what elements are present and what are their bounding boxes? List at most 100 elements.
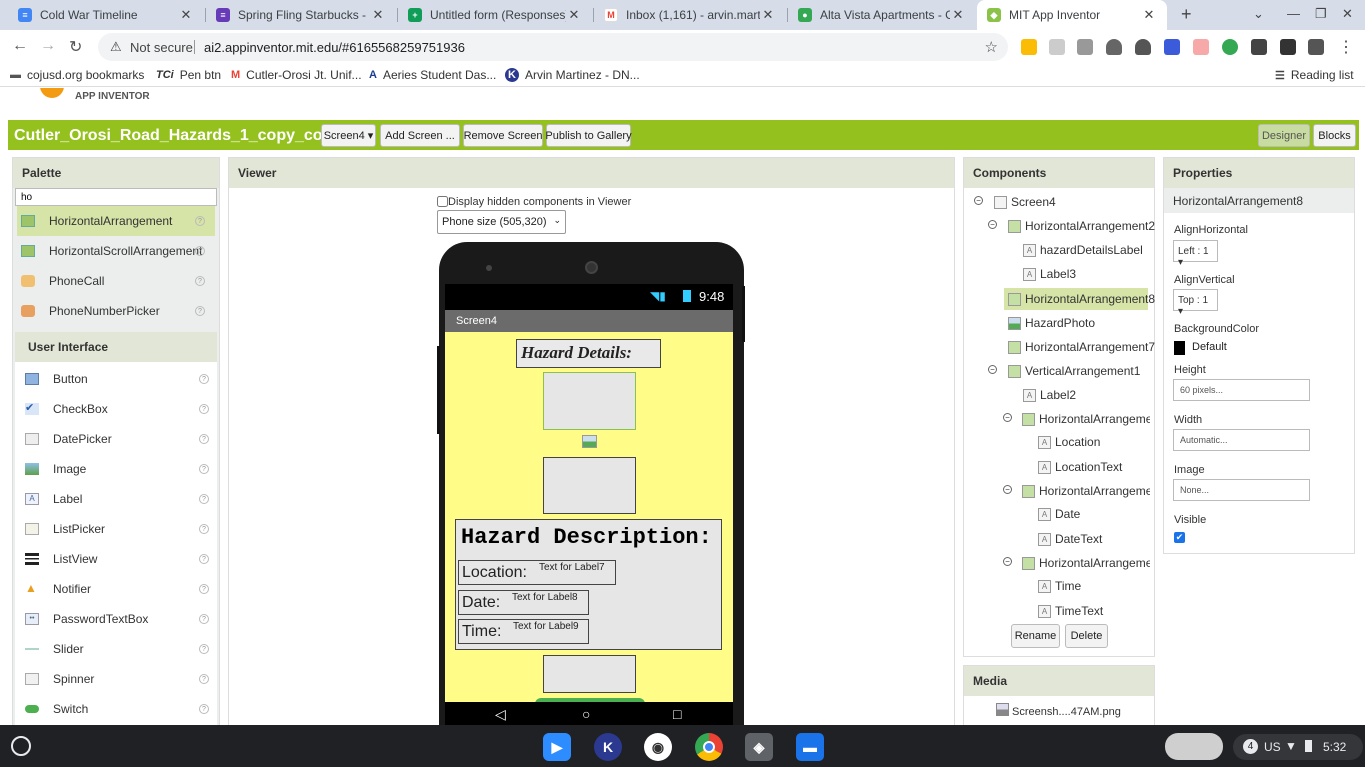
- help-icon[interactable]: ?: [199, 614, 209, 624]
- c-extension-icon[interactable]: [1164, 39, 1180, 55]
- bookmark-aeries[interactable]: A Aeries Student Das...: [369, 68, 496, 82]
- publish-gallery-button[interactable]: Publish to Gallery: [545, 124, 632, 147]
- tree-item-hazardphoto[interactable]: HazardPhoto: [1008, 313, 1095, 333]
- location-row[interactable]: Location: Text for Label7: [458, 560, 616, 585]
- collapse-toggle-icon[interactable]: −: [988, 220, 997, 229]
- tree-item-horizontalarrangement7[interactable]: HorizontalArrangement7: [1008, 337, 1155, 357]
- extension-icon[interactable]: [1222, 39, 1238, 55]
- tree-item-horizontalarrangement-date[interactable]: HorizontalArrangemen: [1022, 481, 1150, 501]
- help-icon[interactable]: ?: [199, 524, 209, 534]
- hazard-photo-icon[interactable]: [582, 435, 597, 448]
- bookmark-star-icon[interactable]: ☆: [985, 38, 998, 56]
- horizontal-arrangement-bottom[interactable]: [543, 655, 636, 693]
- qr-extension-icon[interactable]: [1251, 39, 1267, 55]
- tree-item-location[interactable]: A Location: [1038, 432, 1100, 452]
- cast-extension-icon[interactable]: [1280, 39, 1296, 55]
- tree-item-screen4[interactable]: Screen4: [994, 192, 1056, 212]
- hazard-details-label[interactable]: Hazard Details:: [516, 339, 661, 368]
- designer-button[interactable]: Designer: [1258, 124, 1310, 147]
- palette-item-switch[interactable]: Switch?: [21, 694, 219, 724]
- close-icon[interactable]: ✕: [178, 7, 194, 23]
- help-icon[interactable]: ?: [195, 246, 205, 256]
- tree-item-datetext[interactable]: A DateText: [1038, 529, 1102, 549]
- palette-item-button[interactable]: Button?: [21, 364, 219, 394]
- blocks-button[interactable]: Blocks: [1313, 124, 1356, 147]
- address-bar[interactable]: ⚠ Not secure ai2.appinventor.mit.edu/#61…: [98, 33, 1008, 61]
- restore-icon[interactable]: ❐: [1315, 6, 1327, 22]
- close-icon[interactable]: ✕: [566, 7, 582, 23]
- tab-mit-app-inventor[interactable]: ◆ MIT App Inventor ✕: [977, 0, 1167, 30]
- height-input[interactable]: 60 pixels...: [1173, 379, 1310, 401]
- date-row[interactable]: Date: Text for Label8: [458, 590, 589, 615]
- collapse-toggle-icon[interactable]: −: [974, 196, 983, 205]
- help-icon[interactable]: ?: [199, 494, 209, 504]
- help-icon[interactable]: ?: [195, 216, 205, 226]
- tree-item-date[interactable]: A Date: [1038, 504, 1080, 524]
- palette-item-horizontal-arrangement[interactable]: HorizontalArrangement ?: [17, 206, 215, 236]
- close-icon[interactable]: ✕: [760, 7, 776, 23]
- image-input[interactable]: None...: [1173, 479, 1310, 501]
- help-icon[interactable]: ?: [199, 554, 209, 564]
- shield-extension-icon[interactable]: [1106, 39, 1122, 55]
- minimize-icon[interactable]: —: [1287, 6, 1300, 21]
- close-icon[interactable]: ✕: [370, 7, 386, 23]
- help-icon[interactable]: ?: [199, 644, 209, 654]
- launcher-icon[interactable]: [11, 736, 31, 756]
- app-icon[interactable]: ◈: [745, 733, 773, 761]
- collapse-toggle-icon[interactable]: −: [1003, 413, 1012, 422]
- palette-item-image[interactable]: Image?: [21, 454, 219, 484]
- tab-untitled-form[interactable]: + Untitled form (Responses) - ✕: [398, 0, 592, 30]
- extension-icon[interactable]: [1193, 39, 1209, 55]
- visible-checkbox[interactable]: ✔: [1174, 532, 1185, 543]
- drive-extension-icon[interactable]: [1021, 39, 1037, 55]
- close-icon[interactable]: ✕: [1141, 7, 1157, 23]
- tree-item-horizontalarrangement2[interactable]: HorizontalArrangement2: [1008, 216, 1155, 236]
- help-icon[interactable]: ?: [199, 584, 209, 594]
- phone-size-select[interactable]: Phone size (505,320) ⌄: [437, 210, 566, 234]
- forward-arrow-icon[interactable]: →: [40, 37, 56, 55]
- shield-extension-icon[interactable]: [1135, 39, 1151, 55]
- collapse-toggle-icon[interactable]: −: [1003, 557, 1012, 566]
- help-icon[interactable]: ?: [199, 704, 209, 714]
- holding-space-thumbnails[interactable]: [1165, 733, 1223, 760]
- time-row[interactable]: Time: Text for Label9: [458, 619, 589, 644]
- tab-search-icon[interactable]: ⌄: [1253, 6, 1264, 22]
- tree-item-horizontalarrangement-location[interactable]: HorizontalArrangemen: [1022, 409, 1150, 429]
- tree-item-label3[interactable]: A Label3: [1023, 264, 1076, 284]
- palette-item-spinner[interactable]: Spinner?: [21, 664, 219, 694]
- help-icon[interactable]: ?: [199, 434, 209, 444]
- reload-icon[interactable]: ↻: [69, 37, 82, 57]
- puzzle-extensions-icon[interactable]: [1308, 39, 1324, 55]
- palette-item-slider[interactable]: Slider?: [21, 634, 219, 664]
- reading-list-button[interactable]: ☰ Reading list: [1275, 68, 1354, 82]
- palette-item-listpicker[interactable]: ListPicker?: [21, 514, 219, 544]
- new-tab-icon[interactable]: +: [1181, 4, 1192, 25]
- palette-item-phonecall[interactable]: PhoneCall ?: [17, 266, 215, 296]
- help-icon[interactable]: ?: [199, 374, 209, 384]
- palette-item-passwordtextbox[interactable]: •• PasswordTextBox?: [21, 604, 219, 634]
- bookmark-cojusd[interactable]: ▬ cojusd.org bookmarks: [10, 68, 144, 82]
- background-color-value[interactable]: Default: [1192, 341, 1227, 353]
- tab-spring-fling[interactable]: ≡ Spring Fling Starbucks - Goo ✕: [206, 0, 396, 30]
- back-arrow-icon[interactable]: ←: [12, 37, 28, 55]
- tab-alta-vista[interactable]: ● Alta Vista Apartments - Goog ✕: [788, 0, 976, 30]
- zoom-app-icon[interactable]: ▶: [543, 733, 571, 761]
- display-hidden-checkbox[interactable]: [437, 196, 448, 207]
- hazard-description-label[interactable]: Hazard Description:: [461, 525, 712, 550]
- tree-item-timetext[interactable]: A TimeText: [1038, 601, 1103, 621]
- files-app-icon[interactable]: ▬: [796, 733, 824, 761]
- bookmark-cutler-orosi[interactable]: M Cutler-Orosi Jt. Unif...: [231, 68, 362, 82]
- window-close-icon[interactable]: ✕: [1342, 6, 1353, 22]
- help-icon[interactable]: ?: [195, 276, 205, 286]
- tree-item-hazarddetailslabel[interactable]: AhazardDetailsLabel: [1023, 240, 1143, 260]
- horizontal-arrangement8[interactable]: [543, 372, 636, 430]
- align-vertical-select[interactable]: Top : 1 ▾: [1173, 289, 1218, 317]
- help-icon[interactable]: ?: [199, 674, 209, 684]
- tree-item-horizontalarrangement-time[interactable]: HorizontalArrangemen: [1022, 553, 1150, 573]
- user-interface-header[interactable]: User Interface: [15, 332, 217, 362]
- tree-item-verticalarrangement1[interactable]: VerticalArrangement1: [1008, 361, 1140, 381]
- palette-item-datepicker[interactable]: DatePicker?: [21, 424, 219, 454]
- screen-select-button[interactable]: Screen4 ▾: [321, 124, 376, 147]
- palette-item-phonenumberpicker[interactable]: PhoneNumberPicker ?: [17, 296, 215, 326]
- help-icon[interactable]: ?: [195, 306, 205, 316]
